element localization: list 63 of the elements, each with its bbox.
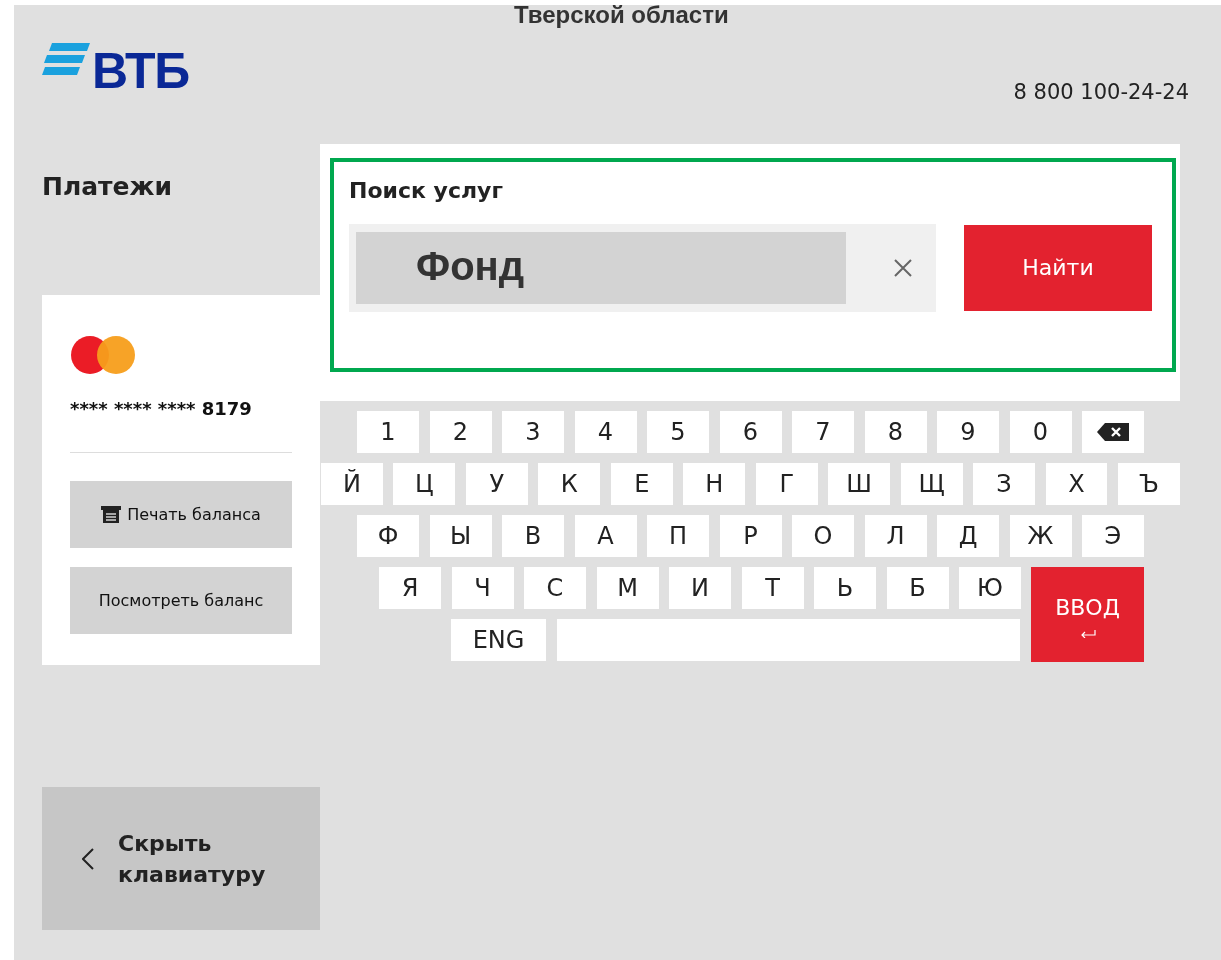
keyboard-key[interactable]: К xyxy=(538,462,601,505)
return-icon xyxy=(1079,629,1096,638)
keyboard-key[interactable]: С xyxy=(524,566,586,609)
keyboard-key[interactable]: Д xyxy=(937,514,999,557)
keyboard-key[interactable]: З xyxy=(973,462,1036,505)
keyboard-key[interactable]: Щ xyxy=(900,462,963,505)
keyboard-key[interactable]: Г xyxy=(755,462,818,505)
keyboard-key[interactable]: 3 xyxy=(502,410,564,453)
keyboard-key[interactable]: 0 xyxy=(1009,410,1072,453)
search-button[interactable]: Найти xyxy=(964,224,1152,311)
keyboard-key[interactable]: Т xyxy=(741,566,804,609)
keyboard-key[interactable]: У xyxy=(465,462,528,505)
keyboard-key[interactable]: Ч xyxy=(451,566,514,609)
keyboard-key[interactable]: Х xyxy=(1045,462,1108,505)
enter-key[interactable]: ВВОД xyxy=(1031,566,1144,662)
search-title: Поиск услуг xyxy=(349,176,504,205)
keyboard-key[interactable]: 8 xyxy=(864,410,927,453)
keyboard-key[interactable]: Ш xyxy=(828,462,891,505)
phone-number: 8 800 100-24-24 xyxy=(1013,79,1189,106)
keyboard-key[interactable]: Ъ xyxy=(1118,462,1180,505)
search-field[interactable]: Фонд xyxy=(349,223,936,312)
section-heading: Платежи xyxy=(42,170,173,203)
close-icon[interactable] xyxy=(893,257,913,278)
backspace-icon xyxy=(1096,421,1130,442)
keyboard-key[interactable]: И xyxy=(669,566,731,609)
keyboard-key[interactable]: Э xyxy=(1082,514,1144,557)
card-logo-icon xyxy=(70,335,136,375)
keyboard-key[interactable]: М xyxy=(596,566,659,609)
bank-logo: ВТБ xyxy=(42,43,189,96)
keyboard-key[interactable]: 1 xyxy=(357,410,419,453)
keyboard-key[interactable]: Е xyxy=(610,462,673,505)
balance-button[interactable]: Печать баланса xyxy=(70,481,292,548)
keyboard-key[interactable]: Й xyxy=(321,462,383,505)
keyboard-key[interactable]: Ф xyxy=(357,514,419,557)
keyboard-key[interactable]: 6 xyxy=(719,410,782,453)
language-key[interactable]: ENG xyxy=(451,618,546,661)
keyboard-key[interactable]: А xyxy=(574,514,637,557)
keyboard-key[interactable]: Ж xyxy=(1009,514,1072,557)
keyboard-key[interactable]: 2 xyxy=(429,410,492,453)
keyboard-key[interactable]: 4 xyxy=(574,410,637,453)
keyboard-key[interactable]: Я xyxy=(379,566,441,609)
search-value: Фонд xyxy=(416,242,525,290)
keyboard-key[interactable]: Ю xyxy=(959,566,1021,609)
keyboard-key[interactable]: В xyxy=(502,514,564,557)
keyboard-key[interactable]: 9 xyxy=(937,410,999,453)
keyboard-key[interactable]: Б xyxy=(886,566,949,609)
keyboard-key[interactable]: О xyxy=(792,514,854,557)
keyboard-key[interactable]: Р xyxy=(719,514,782,557)
balance-button[interactable]: Посмотреть баланс xyxy=(70,567,292,634)
keyboard-key[interactable]: 5 xyxy=(647,410,709,453)
backspace-key[interactable] xyxy=(1082,410,1144,453)
keyboard-key[interactable]: П xyxy=(647,514,709,557)
keyboard-key[interactable]: 7 xyxy=(792,410,854,453)
keyboard-key[interactable]: Ы xyxy=(429,514,492,557)
keyboard-key[interactable]: Ц xyxy=(393,462,456,505)
hide-keyboard-button[interactable]: Скрыть клавиатуру xyxy=(42,787,320,930)
keyboard-key[interactable]: Л xyxy=(864,514,927,557)
keyboard-key[interactable]: Н xyxy=(683,462,746,505)
keyboard-key[interactable]: Ь xyxy=(814,566,876,609)
page-title: Тверской области xyxy=(514,0,729,30)
printer-icon xyxy=(101,506,122,523)
card-number: **** **** **** 8179 xyxy=(70,397,253,421)
chevron-left-icon xyxy=(82,847,94,870)
